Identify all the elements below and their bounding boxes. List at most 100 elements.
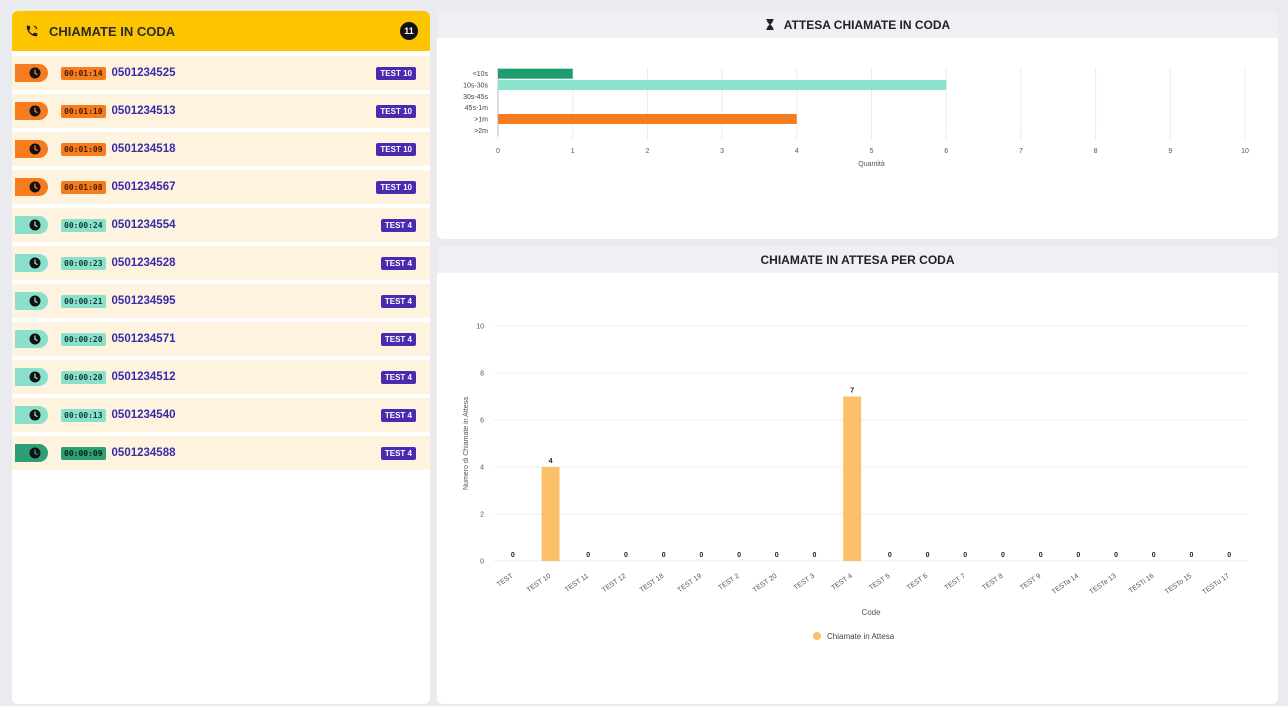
x-tick-label: 4 [795,148,799,155]
x-tick-label: TEST 5 [868,573,891,592]
caller-number[interactable]: 0501234567 [112,181,377,193]
queue-chart-panel-header: CHIAMATE IN ATTESA PER CODA [437,246,1278,273]
x-tick-label: TEST 3 [793,573,816,592]
x-tick-label: TEST 6 [906,573,929,592]
wait-time-title: ATTESA CHIAMATE IN CODA [783,17,951,32]
y-tick-label: 2 [480,512,484,519]
queue-row[interactable]: 00:01:09 0501234518 TEST 10 [12,132,430,166]
x-tick-label: TESTi 16 [1128,573,1156,595]
bar [843,396,862,561]
x-axis-label: Code [861,608,881,617]
queue-row[interactable]: 00:00:13 0501234540 TEST 4 [12,398,430,432]
queue-row[interactable]: 00:00:21 0501234595 TEST 4 [12,284,430,318]
clock-icon[interactable] [15,292,48,310]
y-tick-label: <10s [473,71,489,78]
caller-number[interactable]: 0501234588 [112,447,381,459]
clock-icon[interactable] [15,254,48,272]
caller-number[interactable]: 0501234518 [112,143,377,155]
clock-icon[interactable] [15,216,48,234]
clock-icon[interactable] [15,368,48,386]
x-tick-label: TESTu 17 [1201,573,1231,597]
queue-row[interactable]: 00:00:20 0501234512 TEST 4 [12,360,430,394]
data-label: 0 [1152,552,1156,559]
clock-icon[interactable] [15,330,48,348]
caller-number[interactable]: 0501234525 [112,67,377,79]
clock-icon[interactable] [15,102,48,120]
x-tick-label: TEST 7 [944,573,967,592]
data-label: 0 [775,552,779,559]
x-tick-label: 8 [1094,148,1098,155]
queue-row[interactable]: 00:01:10 0501234513 TEST 10 [12,94,430,128]
wait-timer: 00:00:20 [61,332,106,346]
wait-timer: 00:00:24 [61,218,106,232]
phone-icon [26,25,38,37]
data-label: 0 [624,552,628,559]
x-tick-label: 10 [1241,148,1249,155]
queue-row[interactable]: 00:00:09 0501234588 TEST 4 [12,436,430,470]
data-label: 0 [662,552,666,559]
x-tick-label: TEST 11 [564,573,590,594]
legend-swatch [813,632,821,640]
queue-tag: TEST 4 [380,332,416,346]
wait-timer: 00:00:23 [61,256,106,270]
queue-count-badge: 11 [400,22,418,40]
caller-number[interactable]: 0501234595 [112,295,381,307]
x-tick-label: TEST 2 [717,573,740,592]
wait-timer: 00:00:13 [61,408,106,422]
x-tick-label: 9 [1168,148,1172,155]
queue-row[interactable]: 00:00:20 0501234571 TEST 4 [12,322,430,356]
caller-number[interactable]: 0501234512 [112,371,381,383]
x-tick-label: 3 [720,148,724,155]
data-label: 4 [549,458,553,465]
bar [498,80,947,90]
queue-tag: TEST 4 [380,408,416,422]
data-label: 0 [1076,552,1080,559]
queue-tag: TEST 10 [376,104,416,118]
clock-icon[interactable] [15,64,48,82]
wait-timer: 00:01:09 [61,142,106,156]
clock-icon[interactable] [15,178,48,196]
x-tick-label: TEST 4 [830,573,853,592]
queue-tag: TEST 4 [380,256,416,270]
queue-tag: TEST 4 [380,294,416,308]
wait-time-panel-header: ATTESA CHIAMATE IN CODA [437,11,1278,38]
y-tick-label: 10 [476,324,484,331]
caller-number[interactable]: 0501234513 [112,105,377,117]
queue-row[interactable]: 00:00:23 0501234528 TEST 4 [12,246,430,280]
queue-tag: TEST 4 [380,218,416,232]
clock-icon[interactable] [15,140,48,158]
queue-chart-panel: CHIAMATE IN ATTESA PER CODA 0 2 4 6 8 10 Numer… [437,246,1278,704]
wait-time-panel: ATTESA CHIAMATE IN CODA 0 1 2 3 4 5 6 7 8 9 10 <10s… [437,11,1278,239]
caller-number[interactable]: 0501234554 [112,219,381,231]
data-label: 0 [1189,552,1193,559]
caller-number[interactable]: 0501234571 [112,333,381,345]
queue-title: CHIAMATE IN CODA [49,23,176,39]
queue-tag: TEST 10 [376,142,416,156]
data-label: 0 [1114,552,1118,559]
x-tick-label: TEST 19 [676,573,703,595]
x-tick-label: TEST 20 [752,573,779,595]
x-tick-label: TEST 12 [601,573,628,595]
queue-tag: TEST 4 [380,370,416,384]
wait-timer: 00:01:08 [61,180,106,194]
queue-row[interactable]: 00:01:14 0501234525 TEST 10 [12,56,430,90]
caller-number[interactable]: 0501234528 [112,257,381,269]
data-label: 0 [963,552,967,559]
data-label: 0 [1227,552,1231,559]
x-tick-label: 7 [1019,148,1023,155]
x-tick-label: TEST 8 [981,573,1004,592]
queue-row[interactable]: 00:01:08 0501234567 TEST 10 [12,170,430,204]
queue-row[interactable]: 00:00:24 0501234554 TEST 4 [12,208,430,242]
y-tick-label: 0 [480,559,484,566]
y-tick-label: 4 [480,465,484,472]
caller-number[interactable]: 0501234540 [112,409,381,421]
x-tick-label: TEST 9 [1019,573,1042,592]
wait-timer: 00:00:09 [61,446,106,460]
clock-icon[interactable] [15,444,48,462]
queue-list: 00:01:14 0501234525 TEST 10 00:01:10 0501234… [12,51,430,470]
wait-time-chart: 0 1 2 3 4 5 6 7 8 9 10 <10s 10s-30s 30s-45s 45s-1m >1m >… [463,68,1249,168]
queue-panel: CHIAMATE IN CODA 11 00:01:14 0501234525 TE… [12,11,430,704]
x-tick-label: TEST 10 [526,573,553,595]
clock-icon[interactable] [15,406,48,424]
wait-timer: 00:01:10 [61,104,106,118]
